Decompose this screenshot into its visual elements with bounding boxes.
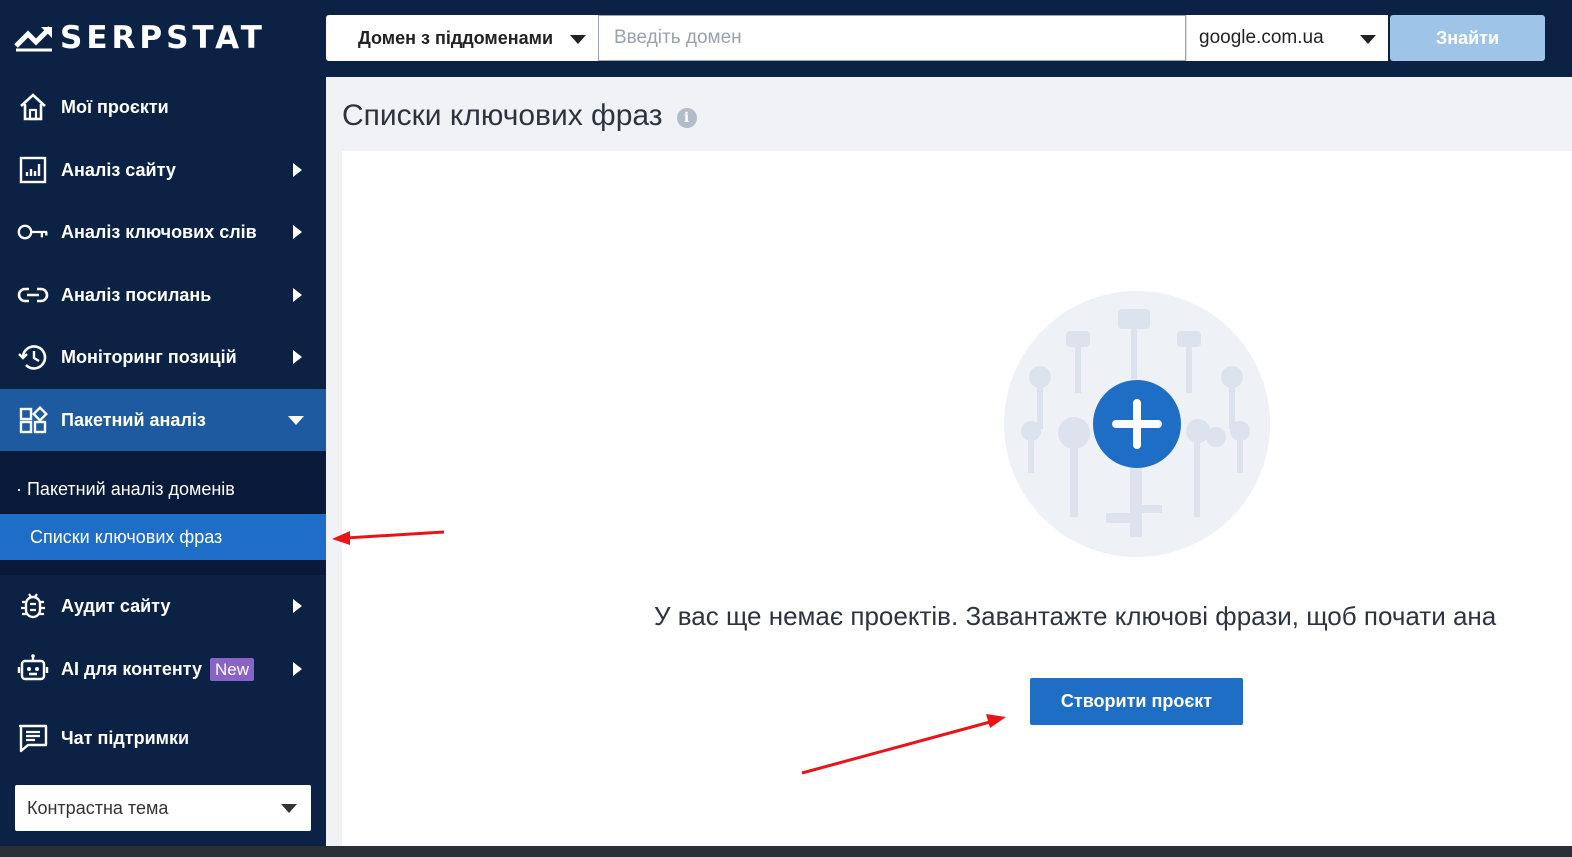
chevron-right-icon [293,599,302,613]
sidebar-subitem-label: · Пакетний аналіз доменів [16,478,235,499]
find-button[interactable]: Знайти [1390,15,1545,61]
chevron-right-icon [293,350,302,364]
sidebar-item-label: Аналіз посилань [61,284,212,305]
chevron-right-icon [293,288,302,302]
keys-illustration-icon [1004,291,1270,557]
main-content: Списки ключових фраз i У вас ще немає пр… [326,77,1572,846]
theme-select[interactable]: Контрастна тема [15,785,311,831]
empty-state-card: У вас ще немає проектів. Завантажте ключ… [342,151,1572,846]
search-type-dropdown[interactable]: Домен з піддоменами [326,15,598,61]
chevron-down-icon [1360,35,1376,44]
home-icon [17,91,49,123]
search-type-value: Домен з піддоменами [358,27,554,48]
sidebar-subitem-label: Списки ключових фраз [30,526,223,547]
sidebar-item-rank-tracking[interactable]: Моніторинг позицій [0,326,326,388]
sidebar-item-label: Моніторинг позицій [61,346,237,367]
batch-analysis-submenu: · Пакетний аналіз доменів Списки ключови… [0,451,326,575]
sidebar-subitem-batch-domains[interactable]: · Пакетний аналіз доменів [0,466,326,512]
sidebar-item-label: Аналіз ключових слів [61,221,257,242]
new-badge: New [209,657,254,681]
create-project-button[interactable]: Створити проєкт [1030,678,1243,725]
robot-icon [17,653,49,685]
sidebar-item-site-analysis[interactable]: Аналіз сайту [0,139,326,201]
theme-select-value: Контрастна тема [27,797,169,818]
chevron-right-icon [293,163,302,177]
sidebar-item-label: Пакетний аналіз [61,409,206,430]
sidebar-item-label: Чат підтримки [61,727,190,748]
chevron-right-icon [293,662,302,676]
site-analysis-icon [17,154,49,186]
bug-icon [17,590,49,622]
bottom-scrollbar-strip [0,846,1572,857]
link-icon [17,279,49,311]
info-icon[interactable]: i [676,108,697,128]
sidebar-item-label: Аналіз сайту [61,159,176,180]
sidebar-item-label: Аудит сайту [61,595,171,616]
search-engine-value: google.com.ua [1199,27,1324,48]
logo-mark-icon [14,26,52,52]
domain-search-input[interactable] [598,15,1186,61]
sidebar-subitem-keyword-lists[interactable]: Списки ключових фраз [0,514,326,560]
logo-text: SERPSTAT [60,20,266,56]
sidebar-item-support-chat[interactable]: Чат підтримки [0,707,326,769]
chat-icon [17,722,49,754]
batch-grid-icon [17,404,49,436]
page-title: Списки ключових фраз i [342,99,697,133]
sidebar-item-keyword-analysis[interactable]: Аналіз ключових слів [0,201,326,263]
sidebar-item-ai-content[interactable]: AI для контенту New [0,638,326,700]
sidebar: SERPSTAT Мої проєкти Аналіз сайту Аналіз… [0,0,326,857]
empty-state-message: У вас ще немає проектів. Завантажте ключ… [654,601,1497,631]
history-icon [17,341,49,373]
top-search-bar: Домен з піддоменами google.com.ua Знайти [326,0,1572,77]
sidebar-item-batch-analysis[interactable]: Пакетний аналіз [0,389,326,451]
search-engine-dropdown[interactable]: google.com.ua [1186,15,1388,61]
chevron-down-icon [281,804,297,813]
sidebar-item-label: Мої проєкти [61,96,169,117]
chevron-down-icon [288,415,304,425]
sidebar-item-link-analysis[interactable]: Аналіз посилань [0,264,326,326]
key-icon [17,216,49,248]
sidebar-item-label-text: AI для контенту [61,658,202,679]
chevron-right-icon [293,225,302,239]
sidebar-item-label: AI для контенту New [61,657,254,681]
sidebar-item-my-projects[interactable]: Мої проєкти [0,76,326,138]
chevron-down-icon [570,35,586,44]
serpstat-logo[interactable]: SERPSTAT [14,18,266,58]
page-title-text: Списки ключових фраз [342,99,663,132]
sidebar-item-site-audit[interactable]: Аудит сайту [0,575,326,637]
